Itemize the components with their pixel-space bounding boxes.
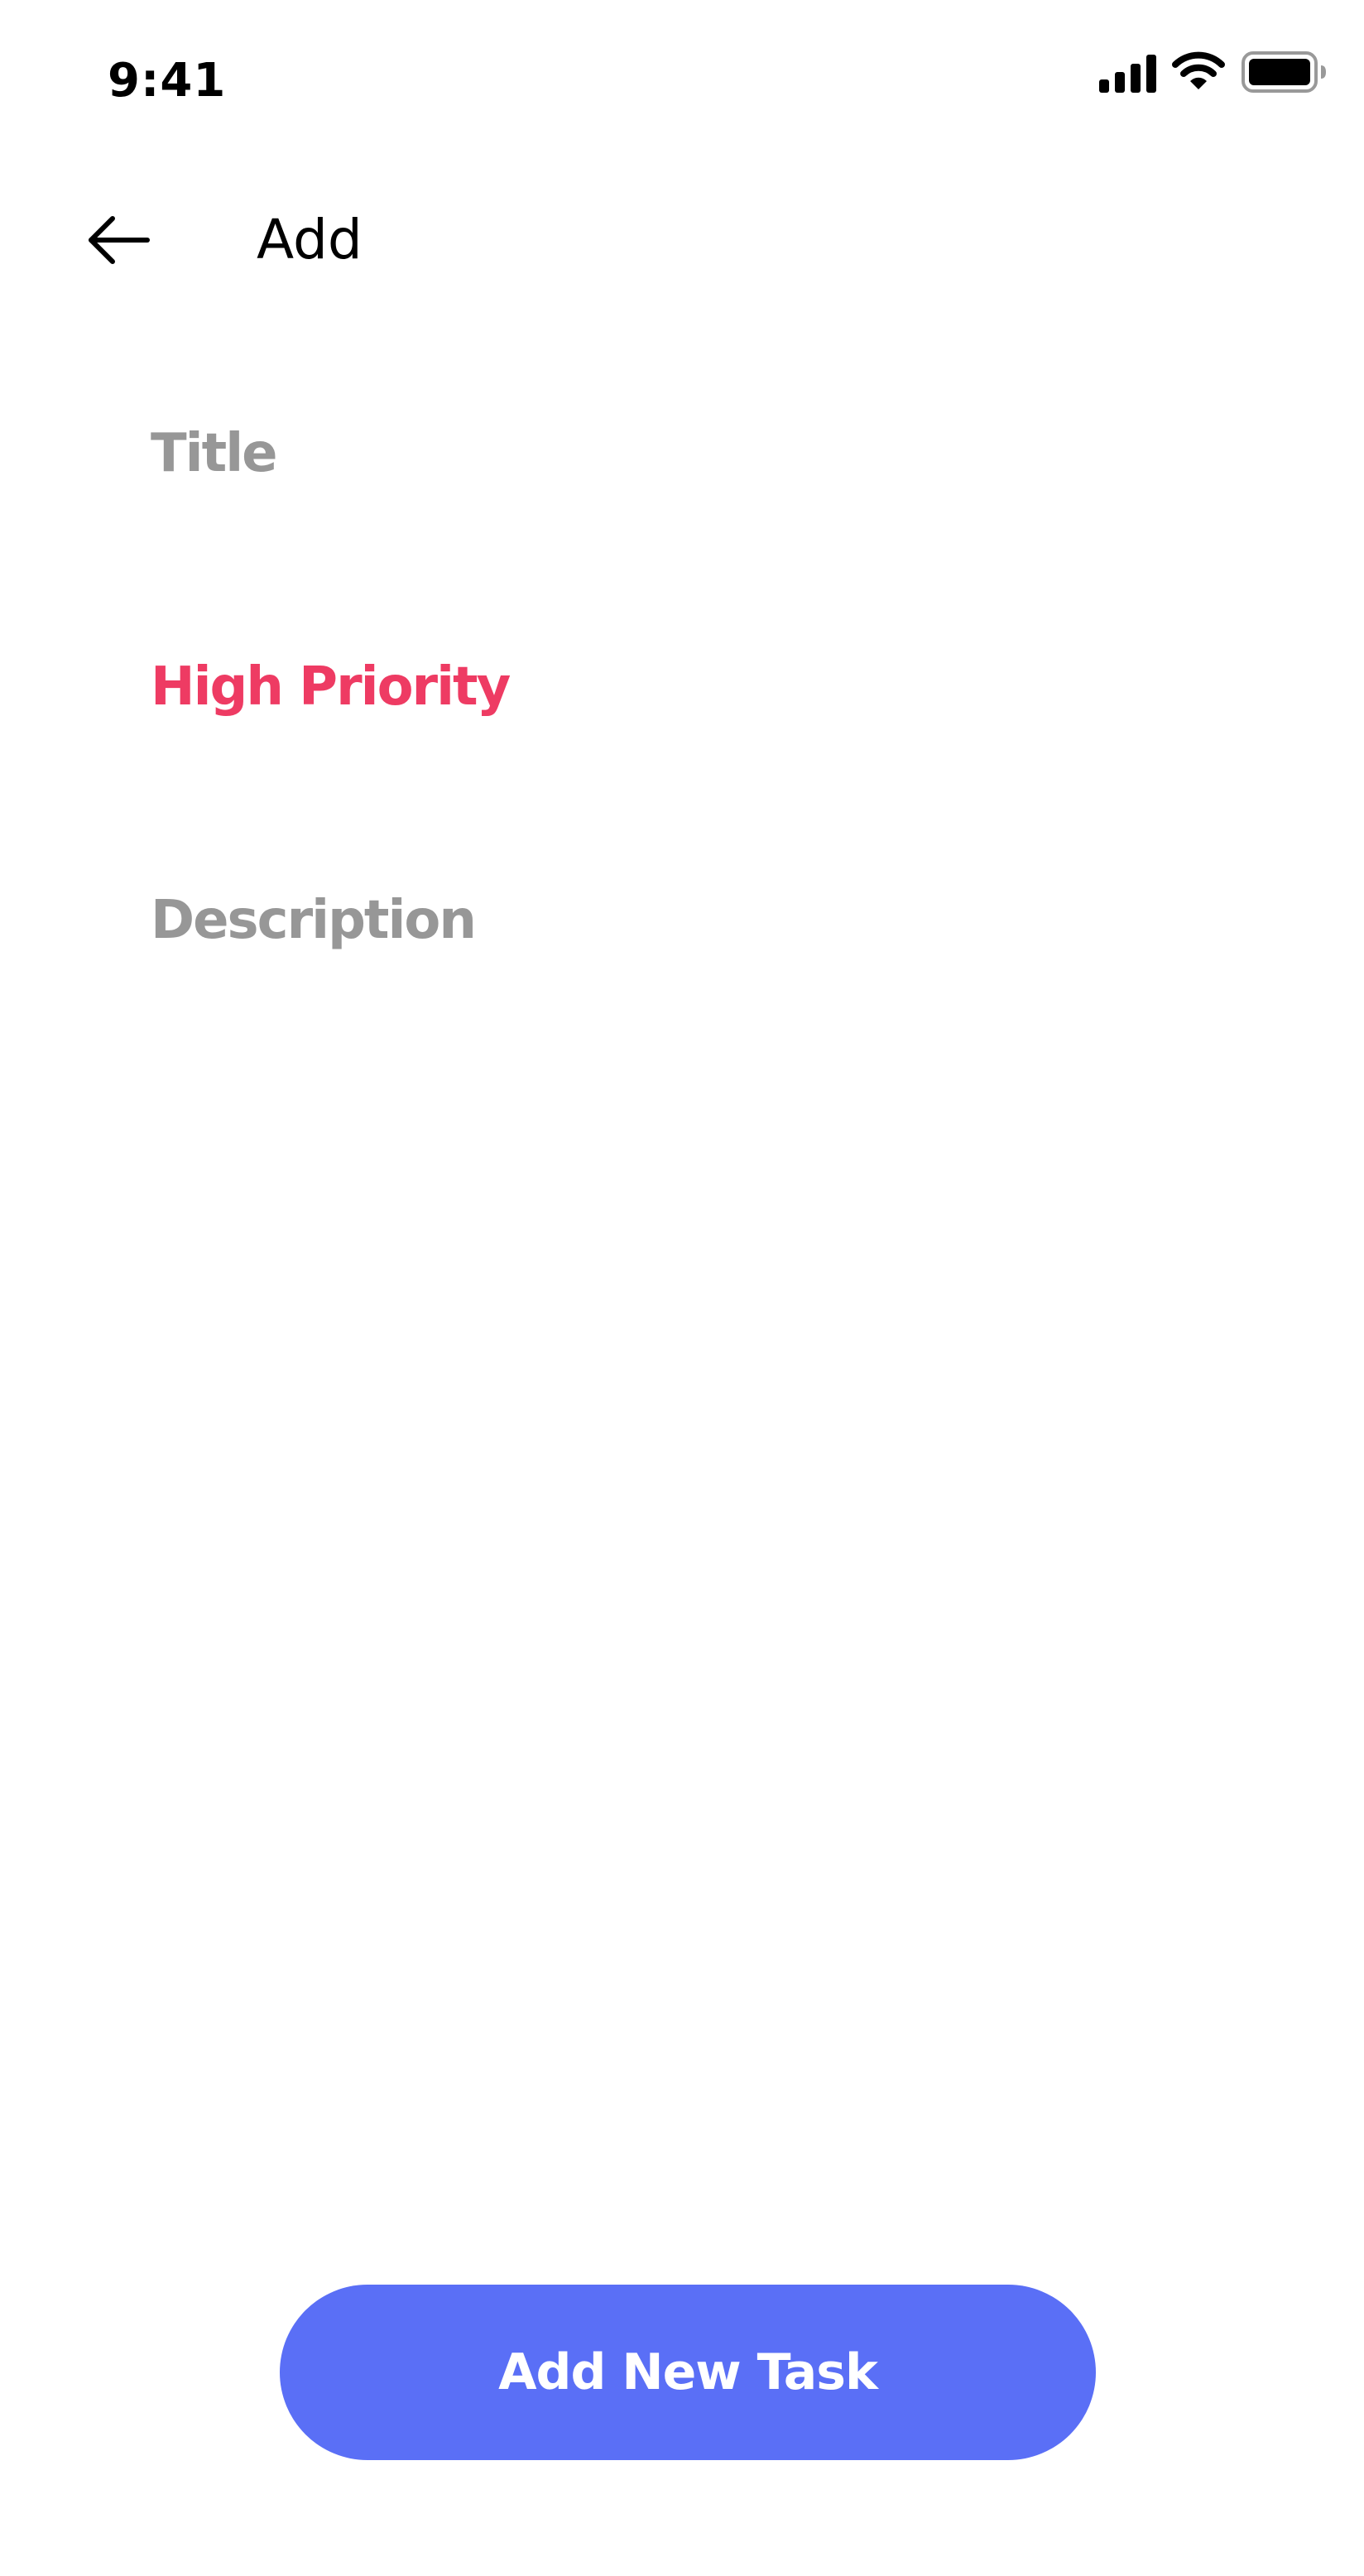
battery-icon [1242, 51, 1326, 93]
description-input[interactable]: Description [151, 886, 477, 955]
add-new-task-button[interactable]: Add New Task [280, 2285, 1096, 2460]
back-button[interactable] [79, 207, 162, 273]
page-title: Add [257, 208, 363, 272]
priority-selector[interactable]: High Priority [151, 652, 511, 722]
status-bar: 9:41 [0, 0, 1364, 149]
signal-icon [1099, 55, 1156, 93]
wifi-icon [1172, 51, 1225, 89]
header: Add [0, 182, 1364, 298]
arrow-left-icon [89, 216, 150, 264]
add-new-task-label: Add New Task [498, 2343, 878, 2401]
title-input[interactable]: Title [151, 419, 278, 488]
status-time: 9:41 [108, 54, 227, 108]
